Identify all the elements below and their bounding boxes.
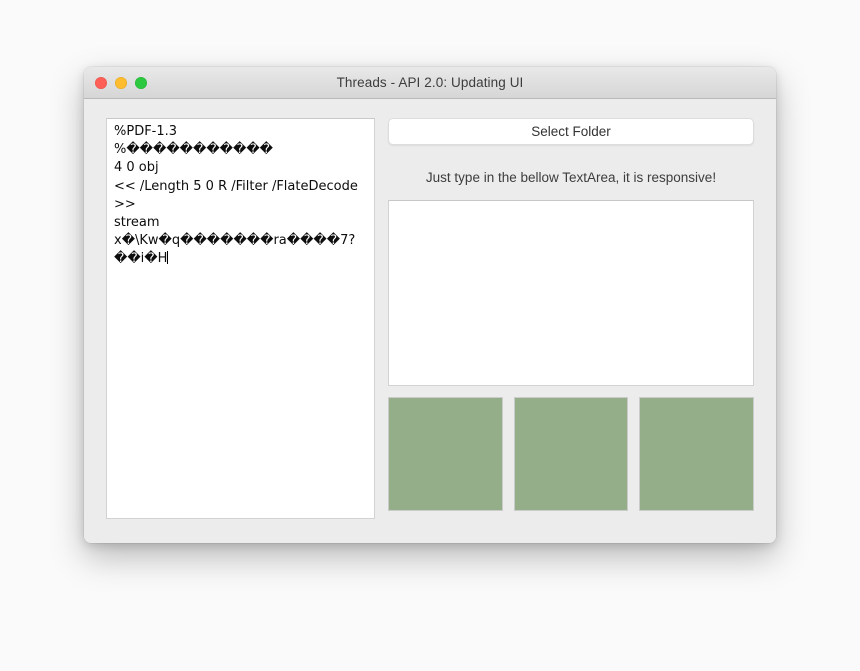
window-title: Threads - API 2.0: Updating UI xyxy=(336,75,524,90)
color-swatch-1[interactable] xyxy=(388,397,503,511)
pdf-content-textarea[interactable]: %PDF-1.3 %����������� 4 0 obj << /Length… xyxy=(106,118,375,519)
select-folder-button[interactable]: Select Folder xyxy=(388,118,754,145)
pdf-content-text: %PDF-1.3 %����������� 4 0 obj << /Length… xyxy=(114,124,358,267)
application-window: Threads - API 2.0: Updating UI %PDF-1.3 … xyxy=(84,67,776,543)
text-cursor xyxy=(167,251,169,265)
responsive-textarea[interactable] xyxy=(388,200,754,386)
right-panel: Select Folder Just type in the bellow Te… xyxy=(388,118,755,519)
close-window-button[interactable] xyxy=(95,76,107,89)
window-title-bar[interactable]: Threads - API 2.0: Updating UI xyxy=(84,67,776,99)
maximize-window-button[interactable] xyxy=(135,76,147,89)
traffic-light-group xyxy=(95,67,147,98)
window-content-area: %PDF-1.3 %����������� 4 0 obj << /Length… xyxy=(84,99,776,543)
minimize-window-button[interactable] xyxy=(115,76,127,89)
color-swatch-3[interactable] xyxy=(639,397,755,511)
color-swatch-2[interactable] xyxy=(513,397,629,511)
responsive-textarea-label: Just type in the bellow TextArea, it is … xyxy=(425,170,717,185)
color-swatch-row xyxy=(388,397,755,511)
